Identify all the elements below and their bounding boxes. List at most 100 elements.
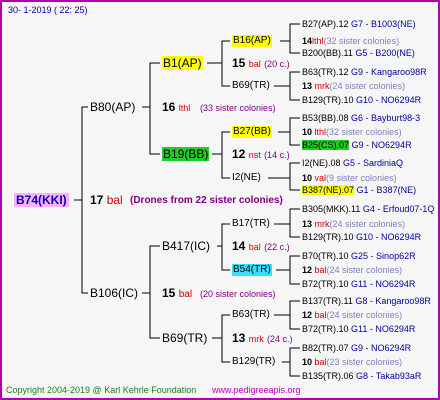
queen-b19[interactable]: B19(BB) [162,147,210,161]
b1-note: (20 c.) [264,59,290,69]
queen-b17[interactable]: B17(TR) [232,218,270,230]
queen-b27[interactable]: B27(BB) [232,126,272,138]
gen4-entry[interactable]: B135(TR).06 G8 - Takab93aR [302,370,421,382]
queen-b54[interactable]: B54(TR) [232,264,272,276]
gen4-info: G11 - NO6294R [351,324,416,334]
gen4-entry[interactable]: B70(TR).10 G25 - Sinop62R [302,250,416,262]
b63-drone-info: 12 bal(24 sister colonies) [302,309,402,321]
b16-note: (32 sister colonies) [323,36,400,46]
queen-b69[interactable]: B69(TR) [162,331,207,345]
gen4-name: B200(BB).11 [302,48,353,58]
b129-count: 10 [302,357,313,367]
gen4-entry[interactable]: B305(MKK).11 G4 - Erfoud07-1Q [302,203,434,215]
site-link[interactable]: www.pedigreeapis.org [212,384,301,396]
queen-b69tr[interactable]: B69(TR) [232,80,270,92]
mother-count: 15 [162,286,176,300]
b63-note: (24 sister colonies) [326,310,403,320]
mother-queen[interactable]: B106(IC) [90,286,138,300]
gen4-entry[interactable]: B25(CS).07 G9 - NO6294R [302,139,412,151]
gen4-entry[interactable]: B137(TR).11 G8 - Kangaroo98R [302,295,431,307]
gen4-entry[interactable]: I2(NE).08 G5 - SardiniaQ [302,157,403,169]
gen4-name: B70(TR).10 [302,251,349,261]
gen4-entry[interactable]: B63(TR).12 G9 - Kangaroo98R [302,66,427,78]
gen4-info: G9 - NO6294R [351,343,412,353]
father-drone-info: 16 lthl [162,100,190,115]
gen4-name: B53(BB).08 [302,113,349,123]
b19-drone-info: 12 nst (14 c.) [232,147,290,162]
b27-note: (32 sister colonies) [326,127,402,137]
gen4-info: G5 - SardiniaQ [343,158,404,168]
b17-count: 13 [302,219,313,229]
gen4-info: G8 - Takab93aR [356,371,422,381]
gen4-info: G9 - NO6294R [351,140,412,150]
gen4-entry[interactable]: B53(BB).08 G6 - Bayburt98-3 [302,112,420,124]
queen-i2[interactable]: I2(NE) [232,172,261,184]
b17-note: (24 sister colonies) [329,219,406,229]
queen-b1[interactable]: B1(AP) [162,56,203,70]
pedigree-frame: { "header": { "date": "30- 1-2019 ( 22: … [0,0,440,400]
gen4-entry[interactable]: B200(BB).11 G5 - B200(NE) [302,47,415,59]
b54-unit: bal [314,265,327,275]
b1-drone-info: 15 bal (20 c.) [232,56,290,71]
b17-drone-info: 13 mrk(24 sister colonies) [302,218,405,230]
b417-note: (22 c.) [264,242,290,252]
b69-drone-info: 13 mrk (24 c.) [232,331,293,346]
gen4-entry[interactable]: B72(TR).10 G11 - NO6294R [302,323,415,335]
b69-note: (24 c.) [267,334,293,344]
gen4-info: G5 - B200(NE) [355,48,415,58]
b1-count: 15 [232,56,246,70]
b19-count: 12 [232,147,246,161]
queen-b417[interactable]: B417(IC) [162,239,210,253]
gen4-name: B135(TR).06 [302,371,354,381]
queen-b63[interactable]: B63(TR) [232,309,270,321]
gen4-name: I2(NE).08 [302,158,341,168]
gen4-info: G8 - Kangaroo98R [355,296,431,306]
father-note: (33 sister colonies) [200,103,276,113]
gen4-entry[interactable]: B129(TR).10 G10 - NO6294R [302,231,421,243]
gen4-name: B27(AP).12 [302,19,349,29]
root-drone-info: 17 bal [90,193,123,207]
b69tr-unit: mrk [314,81,330,91]
b129-drone-info: 10 bal(23 sister colonies) [302,356,402,368]
queen-b129[interactable]: B129(TR) [232,356,275,368]
queen-b16[interactable]: B16(AP) [232,35,272,47]
gen4-name: B63(TR).12 [302,67,349,77]
root-unit: bal [106,193,123,207]
gen4-entry[interactable]: B82(TR).07 G9 - NO6294R [302,342,411,354]
root-count: 17 [90,193,104,207]
b63-count: 12 [302,310,313,320]
gen4-info: G1 - B387(NE) [356,185,417,195]
b17-unit: mrk [314,219,330,229]
gen4-name: B387(NE).07 [302,185,355,195]
mother-drone-info: 15 bal [162,286,192,302]
father-unit: lthl [178,103,191,113]
b129-note: (23 sister colonies) [326,357,403,367]
b54-note: (24 sister colonies) [326,265,403,275]
b16-count: 14 [302,36,313,46]
gen4-info: G7 - B1003(NE) [351,19,416,29]
i2-unit: val [314,173,327,183]
b54-count: 12 [302,265,313,275]
b69tr-count: 13 [302,81,313,91]
b16-unit: lthl [312,36,324,46]
gen4-name: B82(TR).07 [302,343,349,353]
b19-note: (14 c.) [264,150,290,160]
gen4-name: B137(TR).11 [302,296,353,306]
b69tr-note: (24 sister colonies) [329,81,406,91]
b69-unit: mrk [248,334,264,344]
b27-unit: lthl [314,127,327,137]
print-date: 30- 1-2019 ( 22: 25) [8,5,88,15]
father-queen[interactable]: B80(AP) [90,100,135,114]
b69-count: 13 [232,331,246,345]
root-queen[interactable]: B74(KKI) [14,193,69,207]
gen4-entry[interactable]: B129(TR).10 G10 - NO6294R [302,94,421,106]
gen4-entry[interactable]: B387(NE).07 G1 - B387(NE) [302,184,416,196]
b16-drone-info: 14lthl(32 sister colonies) [302,35,399,47]
gen4-entry[interactable]: B72(TR).10 G11 - NO6294R [302,278,415,290]
i2-note: (9 sister colonies) [326,173,397,183]
gen4-entry[interactable]: B27(AP).12 G7 - B1003(NE) [302,18,416,30]
i2-count: 10 [302,173,313,183]
b19-unit: nst [248,150,261,160]
copyright: Copyright 2004-2019 @ Karl Kehrle Founda… [6,385,197,395]
gen4-name: B25(CS).07 [302,140,350,150]
